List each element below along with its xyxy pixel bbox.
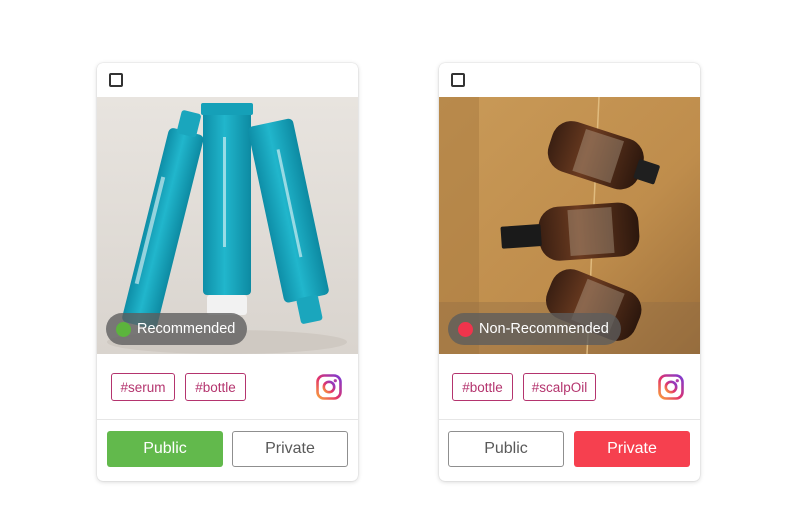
instagram-icon[interactable] xyxy=(316,374,342,400)
private-button[interactable]: Private xyxy=(232,431,348,467)
visibility-toggle: Public Private xyxy=(97,421,358,481)
hashtag-chip[interactable]: #serum xyxy=(111,373,175,401)
status-label: Recommended xyxy=(137,321,236,337)
instagram-icon[interactable] xyxy=(658,374,684,400)
select-checkbox[interactable] xyxy=(451,73,465,87)
tags-row: #serum #bottle xyxy=(97,354,358,420)
private-button[interactable]: Private xyxy=(574,431,690,467)
public-button[interactable]: Public xyxy=(107,431,223,467)
tags-row: #bottle #scalpOil xyxy=(439,354,700,420)
status-dot xyxy=(116,321,131,337)
status-label: Non-Recommended xyxy=(479,321,609,337)
hashtag-chip[interactable]: #scalpOil xyxy=(523,373,596,401)
card-header xyxy=(439,63,700,97)
recommendation-badge: Recommended xyxy=(106,313,248,345)
visibility-toggle: Public Private xyxy=(439,421,700,481)
post-image[interactable]: Non-Recommended xyxy=(439,97,700,354)
post-image[interactable]: Recommended xyxy=(97,97,358,354)
select-checkbox[interactable] xyxy=(109,73,123,87)
post-card: Non-Recommended #bottle #scalpOil Public… xyxy=(439,63,700,481)
post-card: Recommended #serum #bottle Public Privat… xyxy=(97,63,358,481)
status-dot xyxy=(458,321,473,337)
hashtag-chip[interactable]: #bottle xyxy=(185,373,246,401)
public-button[interactable]: Public xyxy=(448,431,564,467)
hashtag-chip[interactable]: #bottle xyxy=(452,373,513,401)
recommendation-badge: Non-Recommended xyxy=(448,313,621,345)
card-header xyxy=(97,63,358,97)
